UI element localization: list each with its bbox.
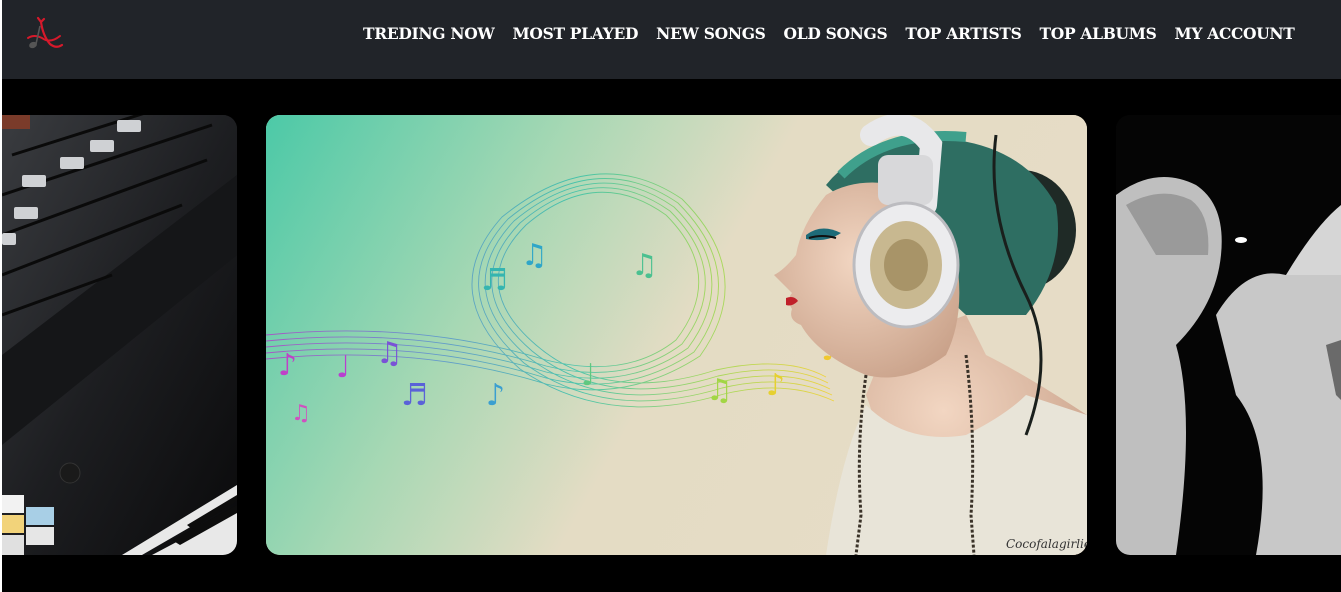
nav-most-played[interactable]: MOST PLAYED (513, 24, 639, 43)
svg-text:♫: ♫ (631, 248, 658, 283)
main-nav: TREDING NOW MOST PLAYED NEW SONGS OLD SO… (363, 24, 1313, 43)
concert-crowd-bw-image (1116, 115, 1341, 555)
nav-my-account[interactable]: MY ACCOUNT (1175, 24, 1295, 43)
svg-text:♪: ♪ (766, 368, 785, 403)
hero-carousel[interactable]: ♪ ♩ ♫ ♬ ♪ ♫ ♬ ♫ ♩ ♫ ♪ ♬ ♫ (2, 79, 1341, 592)
page: TREDING NOW MOST PLAYED NEW SONGS OLD SO… (0, 0, 1341, 592)
woman-headphones-music-notes-image: ♪ ♩ ♫ ♬ ♪ ♫ ♬ ♫ ♩ ♫ ♪ ♬ ♫ (266, 115, 1087, 555)
music-note-logo-icon[interactable] (22, 14, 66, 54)
svg-text:♪: ♪ (278, 348, 297, 383)
navbar: TREDING NOW MOST PLAYED NEW SONGS OLD SO… (2, 0, 1341, 79)
nav-top-artists[interactable]: TOP ARTISTS (905, 24, 1021, 43)
svg-text:♫: ♫ (521, 238, 548, 273)
artist-signature: Cocofalagirlie (1006, 537, 1087, 551)
nav-old-songs[interactable]: OLD SONGS (784, 24, 888, 43)
svg-text:♬: ♬ (401, 378, 428, 413)
svg-text:♫: ♫ (706, 373, 733, 408)
carousel-slide-next[interactable] (1116, 115, 1341, 555)
svg-text:♪: ♪ (486, 378, 505, 413)
svg-text:♫: ♫ (291, 401, 311, 426)
svg-text:♩: ♩ (581, 358, 595, 393)
svg-text:♫: ♫ (376, 336, 403, 371)
svg-text:♬: ♬ (481, 263, 508, 298)
carousel-slide-active[interactable]: ♪ ♩ ♫ ♬ ♪ ♫ ♬ ♫ ♩ ♫ ♪ ♬ ♫ (266, 115, 1087, 555)
nav-top-albums[interactable]: TOP ALBUMS (1040, 24, 1157, 43)
nav-trending-now[interactable]: TREDING NOW (363, 24, 495, 43)
nav-new-songs[interactable]: NEW SONGS (656, 24, 766, 43)
svg-text:♩: ♩ (336, 350, 350, 385)
carousel-slide-prev[interactable] (2, 115, 237, 555)
mixer-keyboard-image (2, 115, 237, 555)
